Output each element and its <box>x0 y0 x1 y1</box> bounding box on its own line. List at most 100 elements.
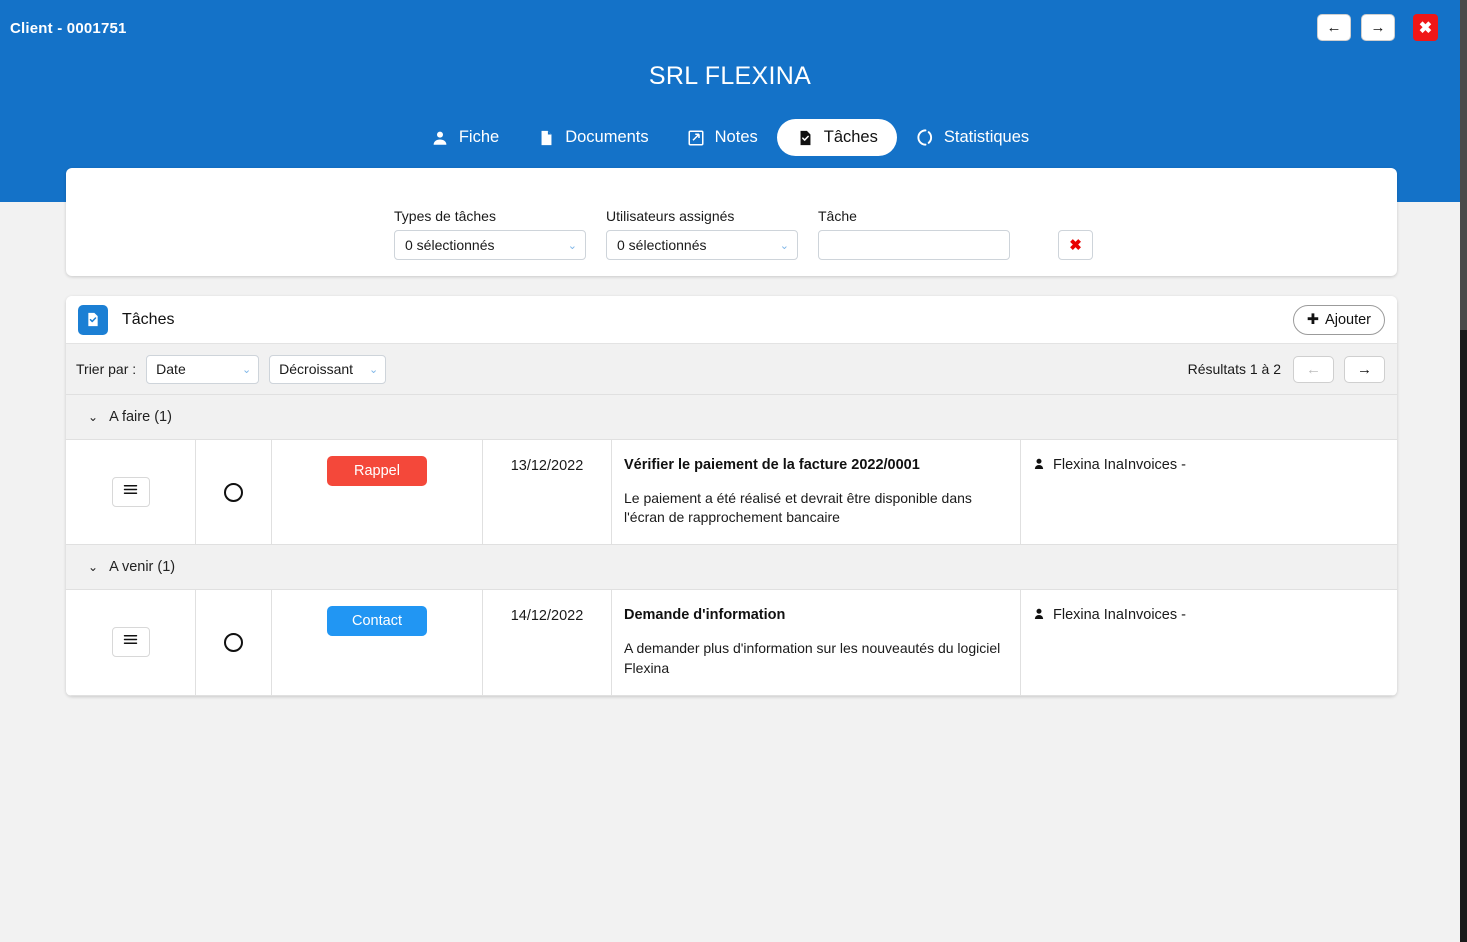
hamburger-icon <box>123 483 138 501</box>
tab-statistiques-label: Statistiques <box>943 128 1030 146</box>
row-date-cell: 13/12/2022 <box>483 440 612 545</box>
row-menu-button[interactable] <box>111 477 150 508</box>
chevron-down-icon: ⌄ <box>241 363 252 376</box>
sort-bar: Trier par : Date ⌄ Décroissant ⌄ Résulta… <box>66 344 1397 395</box>
task-type-badge[interactable]: Rappel <box>327 456 427 486</box>
scrollbar-thumb[interactable] <box>1460 0 1467 330</box>
tab-documents[interactable]: Documents <box>518 119 667 156</box>
row-status-cell <box>196 590 272 695</box>
task-assignee-name: Flexina InaInvoices - <box>1053 457 1186 473</box>
row-user-cell: Flexina InaInvoices - <box>1021 440 1397 544</box>
tasks-card-header: Tâches ✚ Ajouter <box>66 296 1397 344</box>
sort-field-select[interactable]: Date ⌄ <box>146 354 260 384</box>
close-icon: ✖ <box>1069 237 1082 254</box>
row-content-cell: Vérifier le paiement de la facture 2022/… <box>612 440 1021 545</box>
filter-row: Types de tâches 0 sélectionnés ⌄ Utilisa… <box>66 168 1397 260</box>
sort-label: Trier par : <box>76 361 137 377</box>
filter-task-name: Tâche <box>818 208 1010 260</box>
person-icon <box>431 128 450 147</box>
task-description: Le paiement a été réalisé et devrait êtr… <box>624 489 972 526</box>
task-group-header[interactable]: ⌄ A faire (1) <box>66 395 1397 440</box>
filter-assigned-users-value: 0 sélectionnés <box>617 237 707 253</box>
sort-order-value: Décroissant <box>279 361 354 377</box>
row-menu-cell <box>66 440 196 545</box>
pagination: Résultats 1 à 2 ← → <box>1187 355 1385 383</box>
task-group-label: A faire (1) <box>109 409 172 425</box>
task-check-icon <box>78 304 108 335</box>
tab-taches-label: Tâches <box>823 128 878 146</box>
task-check-icon <box>796 128 815 147</box>
task-complete-checkbox[interactable] <box>224 632 243 652</box>
filter-task-name-label: Tâche <box>818 208 857 224</box>
nav-forward-button[interactable]: → <box>1361 14 1395 41</box>
task-date: 13/12/2022 <box>510 458 584 474</box>
task-group-label: A venir (1) <box>109 559 176 576</box>
filter-task-types-label: Types de tâches <box>394 208 496 224</box>
row-date-cell: 14/12/2022 <box>483 590 612 695</box>
task-description: A demander plus d'information sur les no… <box>624 639 1001 676</box>
sort-order-select[interactable]: Décroissant ⌄ <box>269 354 387 384</box>
filter-panel: Types de tâches 0 sélectionnés ⌄ Utilisa… <box>66 168 1397 276</box>
tab-fiche[interactable]: Fiche <box>412 119 518 156</box>
row-status-cell <box>196 440 272 545</box>
tab-fiche-label: Fiche <box>458 128 500 146</box>
filter-task-types: Types de tâches 0 sélectionnés ⌄ <box>394 208 586 260</box>
row-user-cell: Flexina InaInvoices - <box>1021 590 1397 694</box>
tasks-card-title: Tâches <box>122 310 175 328</box>
nav-back-button[interactable]: ← <box>1317 14 1351 41</box>
row-menu-button[interactable] <box>111 627 150 658</box>
app-window: Client - 0001751 ← → ✖ SRL FLEXINA Fiche… <box>0 0 1467 942</box>
tab-documents-label: Documents <box>565 128 649 146</box>
table-row[interactable]: Contact 14/12/2022 Demande d'information… <box>66 590 1397 696</box>
tab-notes[interactable]: Notes <box>668 119 777 156</box>
row-menu-cell <box>66 590 196 695</box>
results-count-label: Résultats 1 à 2 <box>1187 361 1281 377</box>
filter-assigned-users-label: Utilisateurs assignés <box>606 208 735 224</box>
chevron-down-icon: ⌄ <box>88 560 99 575</box>
table-row[interactable]: Rappel 13/12/2022 Vérifier le paiement d… <box>66 440 1397 546</box>
arrow-right-icon: → <box>1357 360 1372 378</box>
sort-field-value: Date <box>156 361 186 377</box>
arrow-right-icon: → <box>1370 19 1386 36</box>
filter-task-types-value: 0 sélectionnés <box>405 237 495 253</box>
tab-taches[interactable]: Tâches <box>776 119 897 156</box>
clear-filters-button[interactable]: ✖ <box>1058 230 1093 260</box>
task-assignee-name: Flexina InaInvoices - <box>1053 607 1186 624</box>
filter-task-name-input[interactable] <box>818 230 1010 260</box>
filter-assigned-users: Utilisateurs assignés 0 sélectionnés ⌄ <box>606 208 798 260</box>
hamburger-icon <box>123 633 138 651</box>
row-type-cell: Contact <box>272 590 483 695</box>
filter-assigned-users-select[interactable]: 0 sélectionnés ⌄ <box>606 230 798 260</box>
row-content-cell: Demande d'information A demander plus d'… <box>612 590 1021 695</box>
close-icon: ✖ <box>1418 19 1433 37</box>
tab-notes-label: Notes <box>714 128 758 146</box>
next-page-button[interactable]: → <box>1344 355 1385 383</box>
note-icon <box>687 128 706 147</box>
arrow-left-icon: ← <box>1326 19 1342 36</box>
arrow-left-icon: ← <box>1306 360 1321 378</box>
previous-page-button[interactable]: ← <box>1293 355 1334 383</box>
add-task-button[interactable]: ✚ Ajouter <box>1292 304 1385 335</box>
tab-statistiques[interactable]: Statistiques <box>897 119 1048 156</box>
close-window-button[interactable]: ✖ <box>1413 14 1438 41</box>
page-title: SRL FLEXINA <box>648 62 812 90</box>
chart-circle-icon <box>916 128 935 147</box>
window-controls: ← → ✖ <box>1317 14 1438 41</box>
task-title: Vérifier le paiement de la facture 2022/… <box>624 457 920 473</box>
add-task-label: Ajouter <box>1325 311 1371 328</box>
main-tabs: Fiche Documents Notes Tâches Statistique… <box>0 119 1460 156</box>
page-scrollbar[interactable] <box>1460 0 1467 942</box>
client-id-label: Client - 0001751 <box>10 20 127 37</box>
task-group-header[interactable]: ⌄ A venir (1) <box>66 545 1397 591</box>
chevron-down-icon: ⌄ <box>779 239 789 252</box>
row-type-cell: Rappel <box>272 440 483 545</box>
task-type-badge[interactable]: Contact <box>327 606 427 637</box>
chevron-down-icon: ⌄ <box>88 410 99 424</box>
chevron-down-icon: ⌄ <box>567 239 577 252</box>
tasks-card: Tâches ✚ Ajouter Trier par : Date ⌄ Décr… <box>66 296 1397 696</box>
filter-task-types-select[interactable]: 0 sélectionnés ⌄ <box>394 230 586 260</box>
chevron-down-icon: ⌄ <box>368 363 379 376</box>
person-icon <box>1033 457 1045 475</box>
task-assignee: Flexina InaInvoices - <box>1033 607 1186 625</box>
task-complete-checkbox[interactable] <box>224 482 243 502</box>
